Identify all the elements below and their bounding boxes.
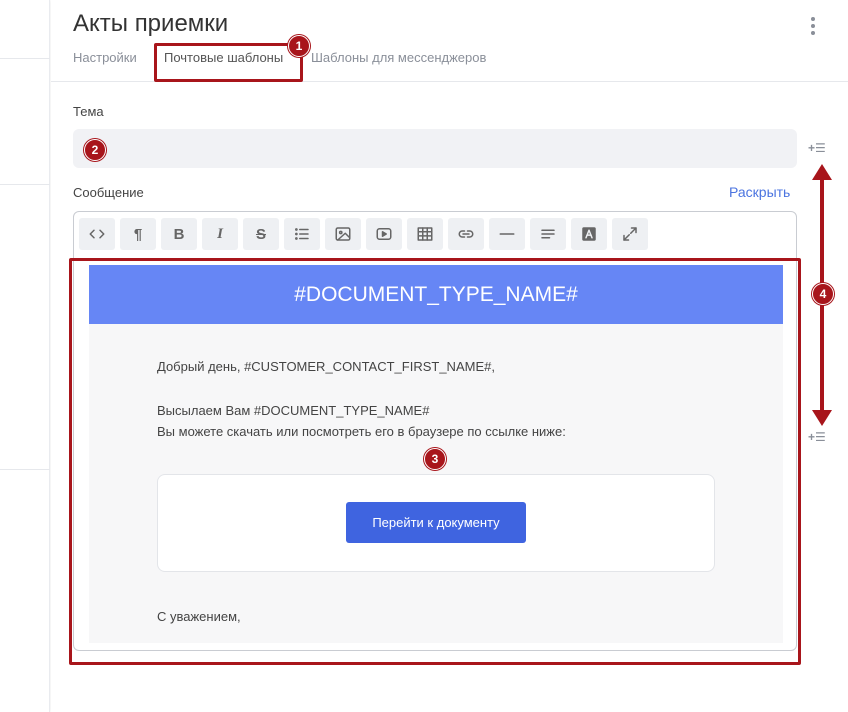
annotation-badge-3: 3 bbox=[424, 448, 446, 470]
annotation-badge-4: 4 bbox=[812, 283, 834, 305]
annotation-badge-2: 2 bbox=[84, 139, 106, 161]
annotation-badge-1: 1 bbox=[288, 35, 310, 57]
annotation-arrow bbox=[812, 164, 832, 426]
